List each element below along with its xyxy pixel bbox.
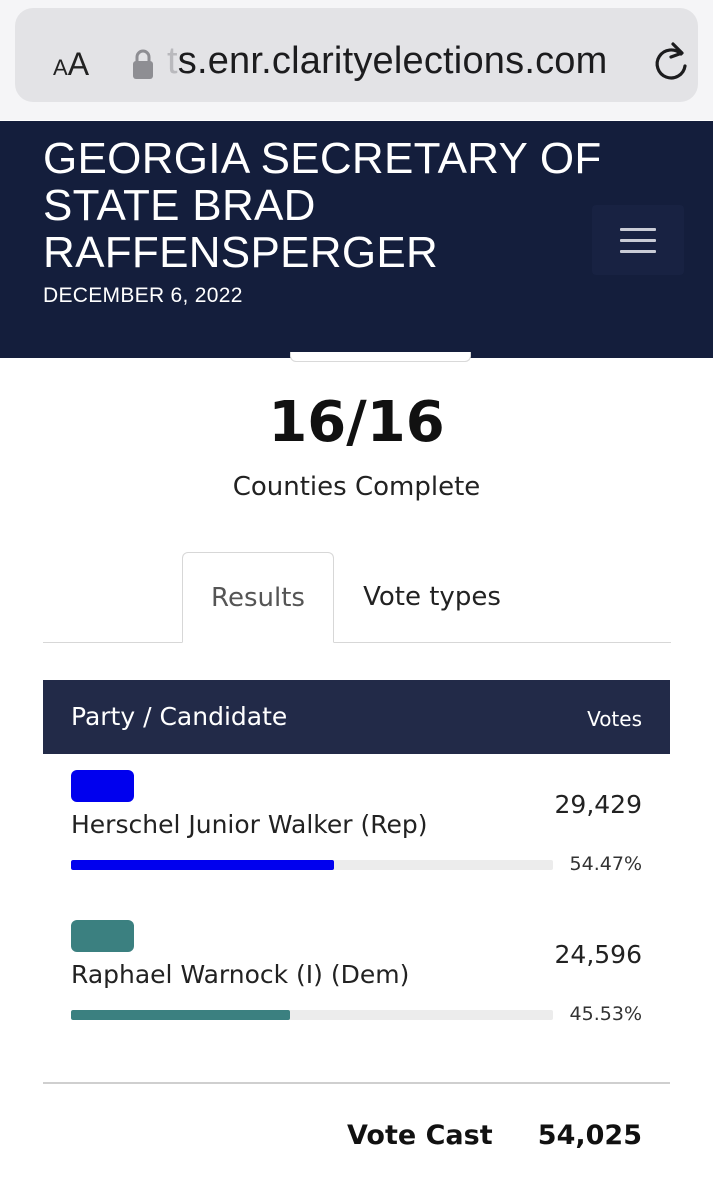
vote-cast-total: 54,025 [537, 1120, 642, 1151]
column-header-votes: Votes [587, 707, 642, 731]
browser-toolbar: AA ts.enr.clarityelections.com [0, 0, 713, 120]
results-table-header: Party / Candidate Votes [43, 680, 670, 754]
candidate-percent: 54.47% [569, 853, 642, 875]
vote-share-bar [71, 1010, 553, 1020]
tabs-divider [43, 642, 671, 643]
reload-icon[interactable] [651, 40, 691, 84]
url-text[interactable]: ts.enr.clarityelections.com [167, 40, 607, 83]
candidate-percent: 45.53% [569, 1003, 642, 1025]
column-header-candidate: Party / Candidate [71, 702, 288, 731]
vote-share-bar [71, 860, 553, 870]
site-header: GEORGIA SECRETARY OF STATE BRAD RAFFENSP… [0, 121, 713, 358]
counties-count: 16/16 [268, 390, 445, 455]
totals-divider [43, 1082, 670, 1084]
tab-results[interactable]: Results [182, 552, 334, 643]
candidate-row: Raphael Warnock (I) (Dem) 24,596 45.53% [43, 920, 670, 1070]
counties-label: Counties Complete [232, 472, 481, 502]
candidate-name: Raphael Warnock (I) (Dem) [71, 960, 410, 989]
tab-vote-types[interactable]: Vote types [348, 552, 516, 642]
text-size-icon[interactable]: AA [53, 46, 89, 83]
hamburger-menu-icon[interactable] [592, 205, 684, 275]
candidate-votes: 24,596 [554, 940, 642, 969]
candidate-row: Herschel Junior Walker (Rep) 29,429 54.4… [43, 770, 670, 920]
lock-icon [133, 49, 153, 79]
vote-share-fill [71, 1010, 291, 1020]
site-title[interactable]: GEORGIA SECRETARY OF STATE BRAD RAFFENSP… [43, 135, 603, 276]
election-date: DECEMBER 6, 2022 [43, 284, 243, 307]
party-color-swatch [71, 920, 134, 952]
candidate-votes: 29,429 [554, 790, 642, 819]
vote-share-fill [71, 860, 334, 870]
candidate-name: Herschel Junior Walker (Rep) [71, 810, 428, 839]
collapsed-panel-tab[interactable] [290, 352, 471, 362]
party-color-swatch [71, 770, 134, 802]
address-bar[interactable]: AA ts.enr.clarityelections.com [15, 8, 698, 102]
vote-cast-label: Vote Cast [347, 1120, 493, 1151]
